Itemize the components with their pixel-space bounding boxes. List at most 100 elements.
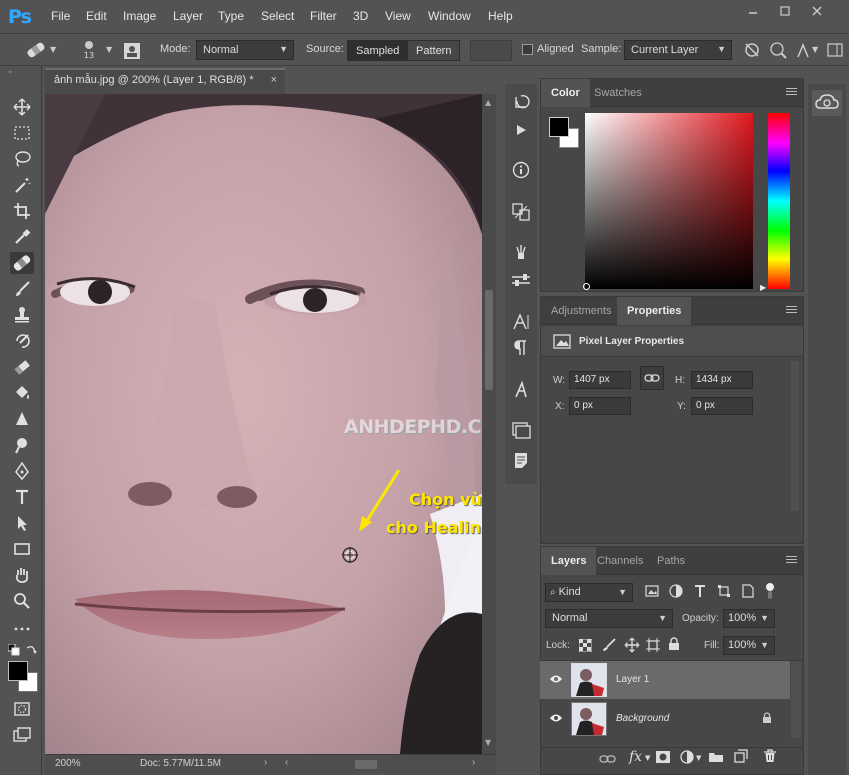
delete-layer-icon[interactable] [763,749,777,763]
panel-menu-icon[interactable] [786,88,797,97]
notes-layer-comps-icon[interactable] [505,418,537,442]
pattern-picker[interactable] [470,40,512,61]
pen-tool-icon[interactable] [10,460,34,482]
panel-menu-icon[interactable] [786,306,797,315]
paint-bucket-tool-icon[interactable] [10,382,34,404]
layer-name[interactable]: Layer 1 [616,674,649,685]
menu-image[interactable]: Image [123,9,156,23]
lock-artboard-icon[interactable] [646,638,660,652]
actions-play-icon[interactable] [505,118,537,142]
hand-tool-icon[interactable] [10,564,34,586]
menu-type[interactable]: Type [218,9,244,23]
workspace-icon[interactable] [827,43,843,57]
mode-select[interactable]: Normal ▼ [196,40,294,60]
tab-adjustments[interactable]: Adjustments [541,297,622,325]
collapse-toolbar-icon[interactable]: « [8,68,12,76]
new-adjustment-layer-icon[interactable] [680,750,694,764]
menu-help[interactable]: Help [488,9,513,23]
menu-layer[interactable]: Layer [173,9,203,23]
hue-slider-handle-icon[interactable]: ▶ [760,283,766,292]
marquee-tool-icon[interactable] [10,122,34,144]
brush-size-picker[interactable]: 13 [80,39,102,63]
lock-transparent-icon[interactable] [579,639,592,652]
zoom-tool-icon[interactable] [10,590,34,612]
minimize-icon[interactable] [742,3,764,19]
clone-stamp-tool-icon[interactable] [10,304,34,326]
paragraph-icon[interactable] [505,336,537,360]
vertical-scrollbar[interactable]: ▲ ▼ [482,94,496,754]
default-colors-icon[interactable] [8,644,20,656]
filter-toggle-icon[interactable] [765,582,775,600]
type-tool-icon[interactable] [10,486,34,508]
menu-filter[interactable]: Filter [310,9,337,23]
glyphs-icon[interactable] [505,378,537,402]
filter-type-icon[interactable] [693,584,707,598]
foreground-color-swatch[interactable] [8,661,28,681]
magic-wand-tool-icon[interactable] [10,174,34,196]
height-field[interactable]: 1434 px [691,371,753,389]
add-mask-icon[interactable] [656,751,670,763]
add-layer-style-button[interactable]: fx [629,749,642,765]
tab-swatches[interactable]: Swatches [584,79,652,107]
clone-source-icon[interactable] [505,200,537,224]
horizontal-scroll-thumb[interactable] [355,760,377,769]
brush-settings-icon[interactable] [122,41,142,61]
document-canvas[interactable]: ANHDEPHD.COM Chọn vùng da mẫu cho Healin… [45,94,482,754]
menu-window[interactable]: Window [428,9,471,23]
visibility-eye-icon[interactable] [549,713,563,723]
blur-tool-icon[interactable] [10,408,34,430]
tab-properties[interactable]: Properties [617,297,692,325]
close-window-icon[interactable] [806,3,828,19]
x-field[interactable]: 0 px [569,397,631,415]
ignore-adjustment-layers-icon[interactable] [743,41,761,59]
filter-shape-icon[interactable] [717,584,731,598]
brush-settings-panel-icon[interactable] [505,268,537,292]
menu-select[interactable]: Select [261,9,294,23]
y-field[interactable]: 0 px [691,397,753,415]
character-icon[interactable] [505,310,537,334]
properties-scrollbar[interactable] [791,361,799,511]
menu-view[interactable]: View [385,9,411,23]
brush-presets-icon[interactable] [505,240,537,264]
lock-all-icon[interactable] [668,637,680,651]
healing-brush-preset-icon[interactable] [24,40,48,60]
scroll-right-icon[interactable]: › [472,757,475,768]
history-brush-tool-icon[interactable] [10,330,34,352]
visibility-eye-icon[interactable] [549,674,563,684]
lock-position-icon[interactable] [624,637,640,653]
source-sampled-button[interactable]: Sampled [347,40,409,61]
path-selection-tool-icon[interactable] [10,512,34,534]
chevron-down-icon[interactable]: ▼ [645,754,650,762]
link-layers-icon[interactable] [599,753,617,765]
chevron-down-icon[interactable]: ▼ [106,45,112,54]
chevron-down-icon[interactable]: ▼ [696,754,701,762]
status-menu-arrow-icon[interactable]: › [264,757,267,768]
color-picker-marker[interactable] [583,283,590,290]
source-pattern-button[interactable]: Pattern [407,40,461,61]
scroll-thumb[interactable] [485,290,493,390]
opacity-field[interactable]: 100% ▼ [723,609,775,628]
width-field[interactable]: 1407 px [569,371,631,389]
menu-file[interactable]: File [51,9,70,23]
tab-paths[interactable]: Paths [647,547,695,575]
layer-name[interactable]: Background [616,713,669,724]
more-tools-icon[interactable] [10,618,34,640]
layer-row[interactable]: Background [540,700,790,738]
eyedropper-tool-icon[interactable] [10,226,34,248]
sample-select[interactable]: Current Layer ▼ [624,40,732,60]
history-icon[interactable] [505,90,537,114]
close-tab-icon[interactable]: × [271,74,277,86]
filter-adjustment-icon[interactable] [669,584,683,598]
zoom-level[interactable]: 200% [55,758,81,769]
filter-kind-select[interactable]: ⌕ Kind ▼ [545,583,633,602]
move-tool-icon[interactable] [10,96,34,118]
info-icon[interactable] [505,158,537,182]
quick-mask-icon[interactable] [10,698,34,720]
eraser-tool-icon[interactable] [10,356,34,378]
color-fg-swatch[interactable] [549,117,569,137]
swap-colors-icon[interactable] [25,644,37,656]
lock-pixels-icon[interactable] [602,638,616,652]
rectangle-tool-icon[interactable] [10,538,34,560]
dodge-tool-icon[interactable] [10,434,34,456]
new-group-icon[interactable] [708,751,724,763]
